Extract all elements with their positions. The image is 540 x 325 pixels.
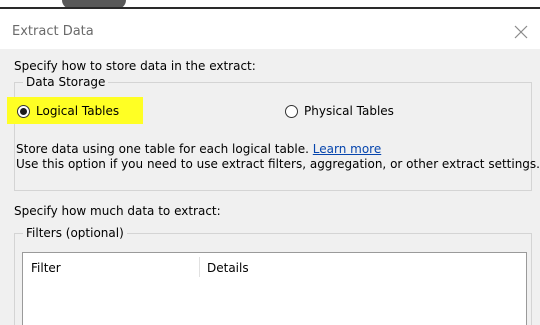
filters-table[interactable]: Filter Details [22, 252, 527, 325]
radio-physical-label: Physical Tables [304, 104, 394, 118]
dialog-body: Specify how to store data in the extract… [0, 49, 540, 325]
data-storage-legend: Data Storage [26, 75, 106, 89]
column-header-filter[interactable]: Filter [31, 261, 61, 275]
dialog-title: Extract Data [12, 24, 94, 39]
radio-physical-tables[interactable]: Physical Tables [285, 104, 394, 118]
amount-label: Specify how much data to extract: [14, 204, 221, 218]
radio-logical-tables[interactable]: Logical Tables [17, 104, 119, 118]
close-icon [514, 25, 528, 39]
radio-logical-label: Logical Tables [36, 104, 120, 118]
close-button[interactable] [510, 21, 532, 43]
column-separator[interactable] [199, 257, 200, 277]
filters-legend: Filters (optional) [26, 226, 124, 240]
column-header-details[interactable]: Details [207, 261, 249, 275]
learn-more-link[interactable]: Learn more [313, 142, 381, 156]
store-label: Specify how to store data in the extract… [14, 59, 256, 73]
data-storage-group: Data Storage [14, 75, 532, 191]
storage-description-line2: Use this option if you need to use extra… [16, 157, 540, 171]
radio-checked-indicator [17, 104, 30, 118]
title-bar: Extract Data [0, 9, 540, 49]
storage-description-line1: Store data using one table for each logi… [16, 142, 381, 156]
radio-unchecked-indicator [285, 104, 298, 118]
description-text: Store data using one table for each logi… [16, 142, 309, 156]
